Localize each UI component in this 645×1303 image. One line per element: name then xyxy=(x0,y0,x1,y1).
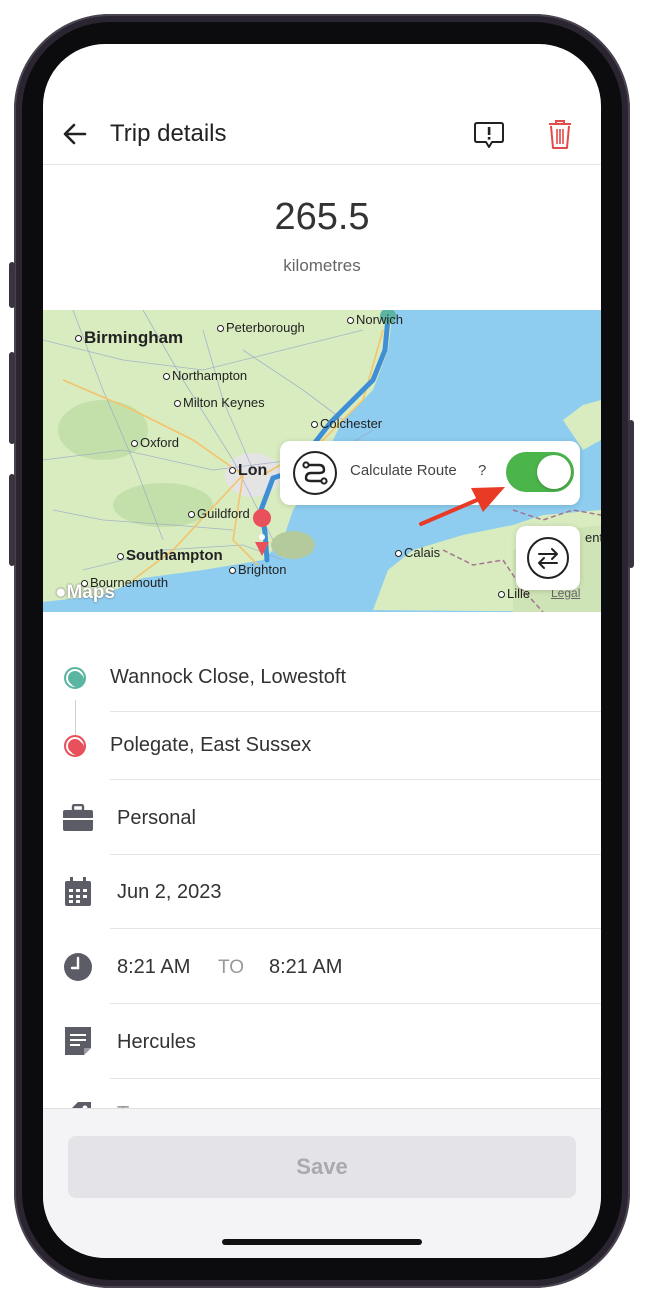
end-location-row[interactable]: Polegate, East Sussex xyxy=(43,712,601,780)
map-label-calais: Calais xyxy=(395,545,440,560)
end-location-text: Polegate, East Sussex xyxy=(110,734,312,756)
top-bar: Trip details xyxy=(43,44,601,165)
map-label-brighton: Brighton xyxy=(229,562,286,577)
side-button-mute xyxy=(9,262,15,308)
map-label-colchester: Colchester xyxy=(311,416,382,431)
vehicle-text: Hercules xyxy=(117,1031,196,1053)
start-location-row[interactable]: Wannock Close, Lowestoft xyxy=(43,644,601,712)
briefcase-icon xyxy=(63,804,93,831)
map-label-milton-keynes: Milton Keynes xyxy=(174,395,265,410)
date-row[interactable]: Jun 2, 2023 xyxy=(43,855,601,929)
map-label-norwich: Norwich xyxy=(347,312,403,327)
trash-icon[interactable] xyxy=(547,118,573,150)
back-arrow-icon[interactable] xyxy=(61,120,89,148)
calculate-route-label: Calculate Route xyxy=(350,462,457,479)
annotation-arrow-icon xyxy=(419,487,505,526)
report-icon[interactable] xyxy=(473,120,505,150)
map-label-northampton: Northampton xyxy=(163,368,247,383)
note-icon xyxy=(65,1027,91,1055)
time-to-label: TO xyxy=(218,957,245,978)
toggle-knob xyxy=(537,455,571,489)
start-location-icon xyxy=(64,667,86,689)
page-title: Trip details xyxy=(110,120,227,147)
app-screen: Trip details 265.5 kilometres Birmingham… xyxy=(43,44,601,1258)
home-indicator[interactable] xyxy=(222,1239,422,1245)
map-label-partial: ent xyxy=(585,530,601,545)
route-icon xyxy=(293,451,337,495)
tags-row[interactable]: T xyxy=(43,1079,601,1109)
calculate-route-help[interactable]: ? xyxy=(478,462,486,479)
swap-icon xyxy=(527,537,569,579)
swap-locations-button[interactable] xyxy=(516,526,580,590)
map-label-southampton: Southampton xyxy=(117,547,223,564)
date-text[interactable]: Jun 2, 2023 xyxy=(117,881,222,904)
calendar-icon xyxy=(65,877,91,906)
side-button-volume-down xyxy=(9,474,15,566)
map-label-peterborough: Peterborough xyxy=(217,320,305,335)
side-button-volume-up xyxy=(9,352,15,444)
category-row[interactable]: Personal xyxy=(43,780,601,855)
end-location-icon xyxy=(64,735,86,757)
side-button-power xyxy=(628,420,634,568)
map-label-guildford: Guildford xyxy=(188,506,250,521)
map-label-oxford: Oxford xyxy=(131,435,179,450)
distance-unit: kilometres xyxy=(283,256,361,275)
start-location-text: Wannock Close, Lowestoft xyxy=(110,666,347,688)
map-label-birmingham: Birmingham xyxy=(75,328,183,348)
start-time[interactable]: 8:21 AM xyxy=(117,956,190,979)
save-button[interactable]: Save xyxy=(68,1136,576,1198)
vehicle-row[interactable]: Hercules xyxy=(43,1004,601,1079)
clock-icon xyxy=(64,953,92,981)
time-row: 8:21 AM TO 8:21 AM xyxy=(43,929,601,1004)
apple-maps-logo: ●Maps xyxy=(55,582,116,603)
end-time[interactable]: 8:21 AM xyxy=(269,956,342,979)
map-label-london: Lon xyxy=(229,462,267,480)
calculate-route-toggle[interactable] xyxy=(506,452,574,492)
category-text: Personal xyxy=(117,807,196,829)
trip-distance: 265.5 xyxy=(274,196,370,238)
